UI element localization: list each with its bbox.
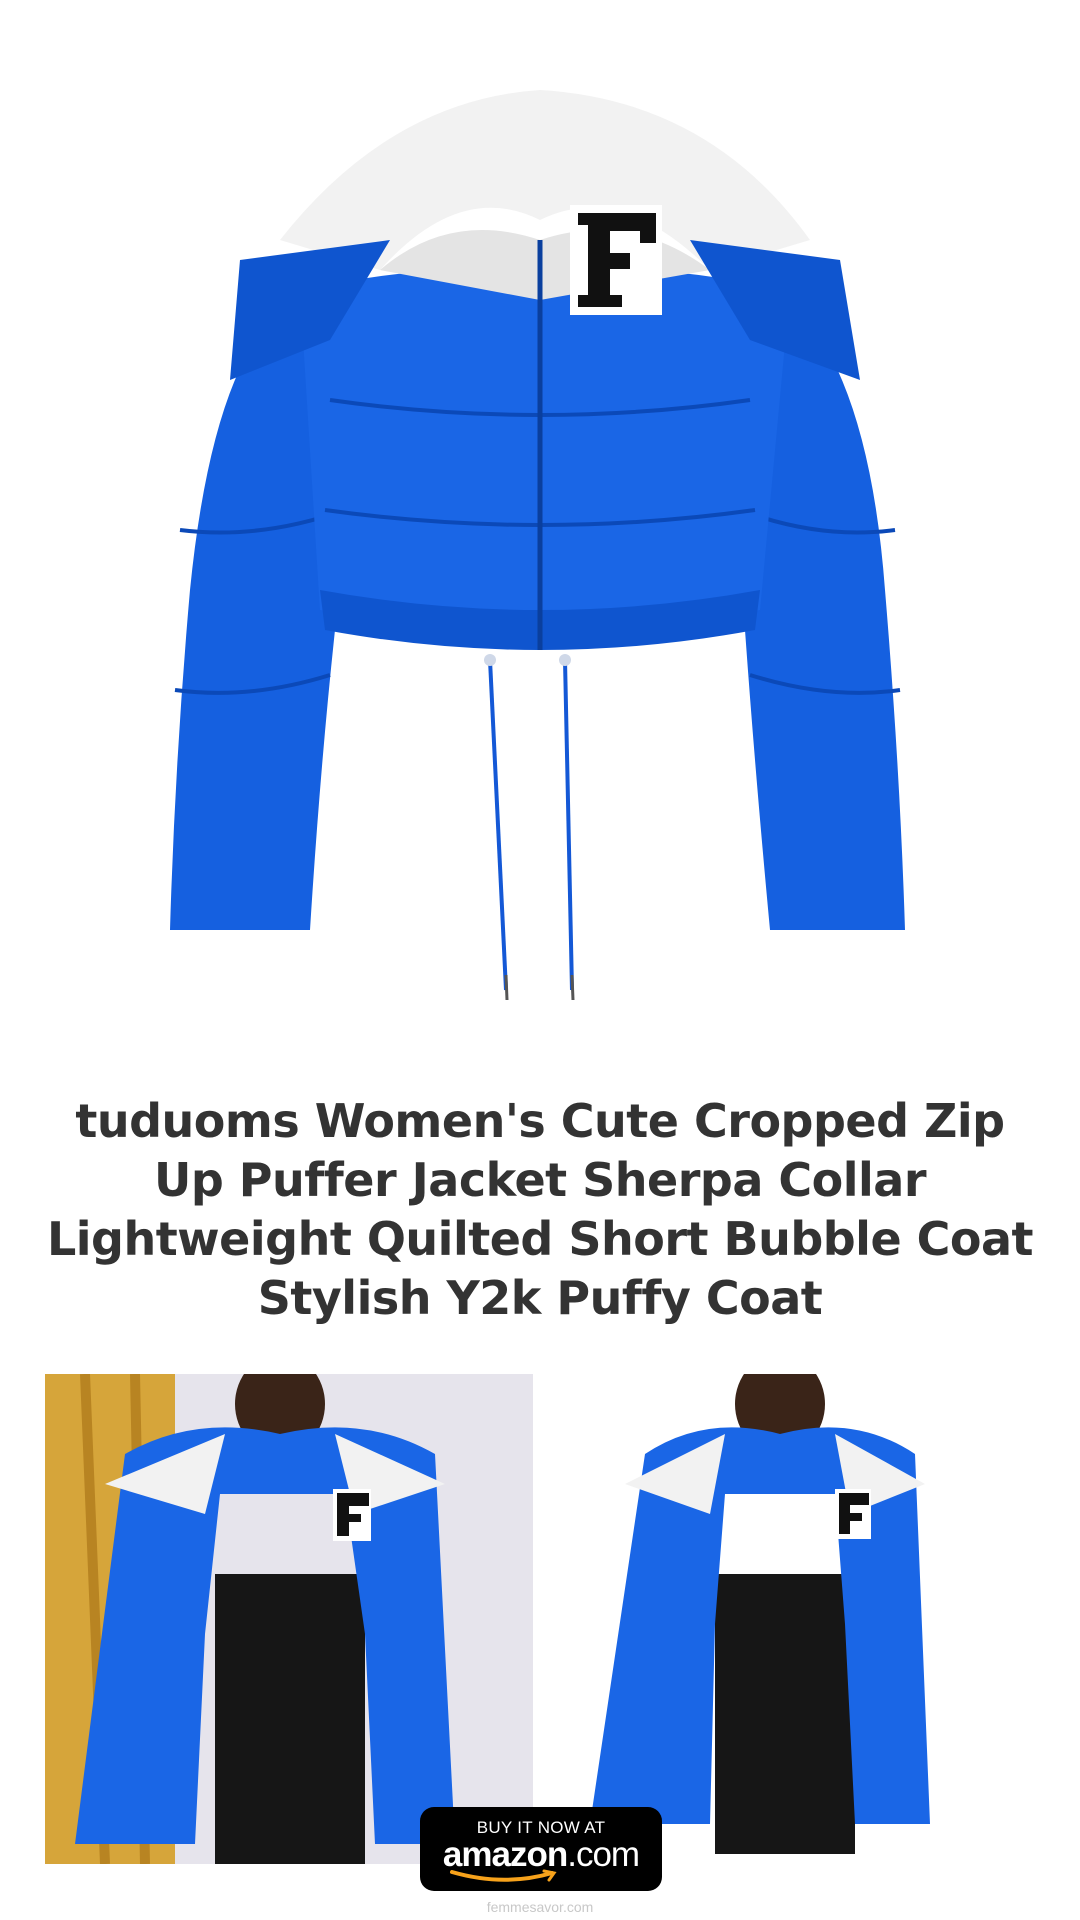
amazon-smile-icon [450,1869,557,1882]
buy-button-top-text: BUY IT NOW AT [476,1818,606,1837]
amazon-brand-domain: .com [567,1835,640,1874]
model-photo-left[interactable] [45,1374,533,1864]
buy-on-amazon-button[interactable]: BUY IT NOW AT amazon.com [420,1807,662,1891]
model-wearing-jacket-photo [45,1374,533,1864]
model-photo-right[interactable] [535,1374,1035,1864]
site-footer-text: femmesavor.com [486,1899,594,1915]
amazon-logo-text: amazon.com [420,1835,662,1874]
product-title: tuduoms Women's Cute Cropped Zip Up Puff… [46,1094,1034,1325]
blue-puffer-jacket-illustration [170,90,905,1001]
product-main-image[interactable] [150,70,930,1020]
model-wearing-jacket-cutout-photo [535,1374,1035,1864]
